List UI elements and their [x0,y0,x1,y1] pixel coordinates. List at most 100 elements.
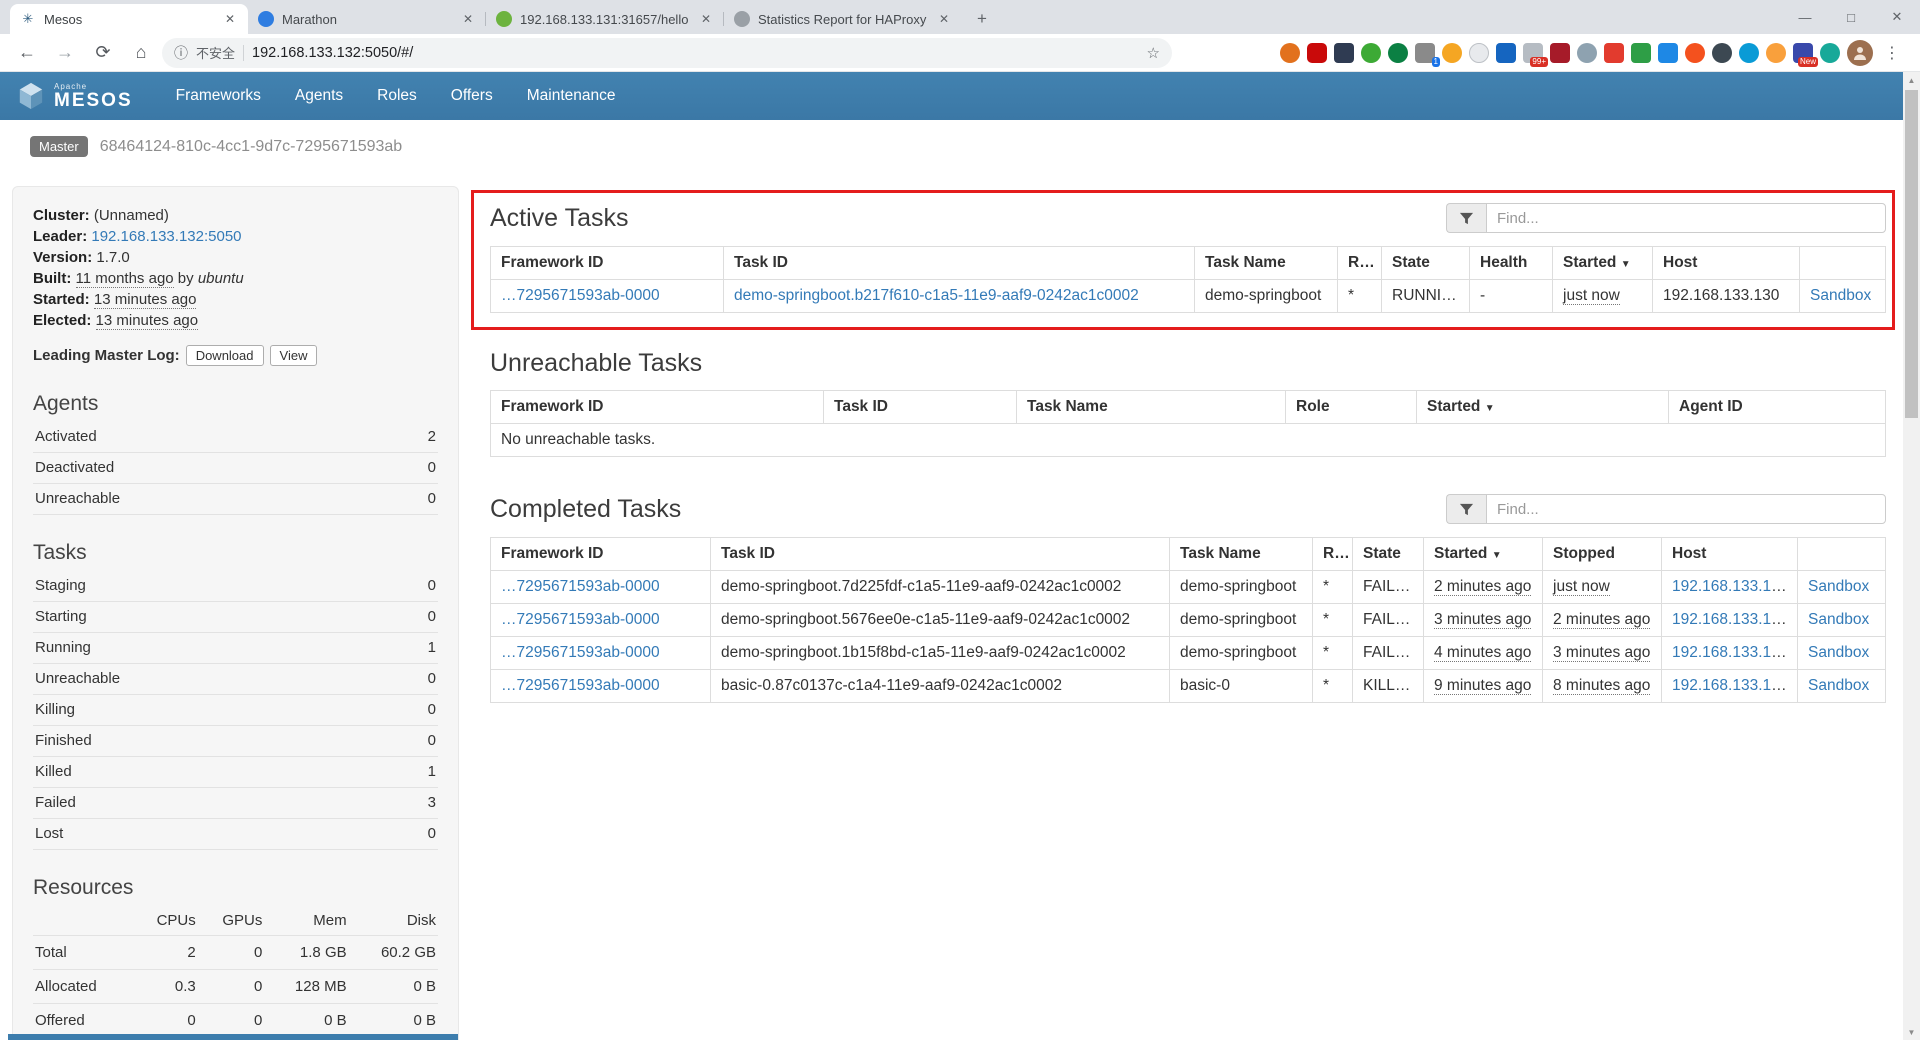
framework-id-link[interactable]: …7295671593ab-0000 [501,287,660,304]
framework-id-link[interactable]: …7295671593ab-0000 [501,677,660,694]
sandbox-link[interactable]: Sandbox [1810,287,1871,304]
browser-menu-icon[interactable]: ⋮ [1880,38,1904,68]
extension-icon[interactable] [1361,43,1381,63]
extension-icon[interactable] [1631,43,1651,63]
col-host[interactable]: Host [1653,247,1800,280]
col-role[interactable]: Role [1313,538,1353,571]
close-button[interactable]: ✕ [1874,0,1920,34]
filter-button[interactable] [1446,203,1486,233]
col-role[interactable]: Role [1286,391,1417,424]
host-link[interactable]: 192.168.133.130 [1672,677,1788,694]
sandbox-link[interactable]: Sandbox [1808,644,1869,661]
col-framework-id[interactable]: Framework ID [491,391,824,424]
extension-icon[interactable] [1334,43,1354,63]
col-started[interactable]: Started ▼ [1417,391,1669,424]
tab-close-icon[interactable]: ✕ [936,11,952,27]
tab-haproxy-stats[interactable]: Statistics Report for HAProxy ✕ [724,4,962,34]
resources-col-mem: Mem [264,906,348,936]
extension-icon[interactable] [1658,43,1678,63]
host-link[interactable]: 192.168.133.130 [1672,644,1788,661]
extension-icon[interactable] [1820,43,1840,63]
extension-icon[interactable] [1685,43,1705,63]
extension-icon[interactable] [1388,43,1408,63]
view-log-button[interactable]: View [270,345,318,366]
col-started[interactable]: Started ▼ [1424,538,1543,571]
col-framework-id[interactable]: Framework ID [491,538,711,571]
tab-marathon[interactable]: Marathon ✕ [248,4,486,34]
col-task-name[interactable]: Task Name [1195,247,1338,280]
leader-link[interactable]: 192.168.133.132:5050 [91,228,241,245]
nav-item-roles[interactable]: Roles [360,72,434,120]
extension-icon[interactable] [1739,43,1759,63]
host-link[interactable]: 192.168.133.131 [1672,578,1788,595]
profile-avatar[interactable] [1847,40,1873,66]
framework-id-link[interactable]: …7295671593ab-0000 [501,611,660,628]
mesos-logo[interactable]: Apache MESOS [16,81,133,111]
new-tab-button[interactable]: + [968,5,996,33]
bookmark-star-icon[interactable]: ☆ [1147,44,1160,62]
forward-icon[interactable]: → [48,38,82,68]
sandbox-link[interactable]: Sandbox [1808,677,1869,694]
nav-item-agents[interactable]: Agents [278,72,360,120]
back-icon[interactable]: ← [10,38,44,68]
col-host[interactable]: Host [1662,538,1798,571]
col-task-id[interactable]: Task ID [711,538,1170,571]
extension-icon[interactable]: New [1793,43,1813,63]
extension-icon[interactable]: 99+ [1523,43,1543,63]
col-stopped[interactable]: Stopped [1543,538,1662,571]
completed-tasks-title: Completed Tasks [490,495,681,524]
extension-icon[interactable] [1604,43,1624,63]
minimize-button[interactable]: — [1782,0,1828,34]
framework-id-link[interactable]: …7295671593ab-0000 [501,644,660,661]
col-agent-id[interactable]: Agent ID [1669,391,1886,424]
extension-icon[interactable] [1712,43,1732,63]
col-role[interactable]: Role [1338,247,1382,280]
refresh-icon[interactable]: ⟳ [86,38,120,68]
completed-tasks-find-input[interactable] [1486,494,1886,524]
extension-icon[interactable] [1280,43,1300,63]
extension-icon[interactable] [1442,43,1462,63]
framework-id-link[interactable]: …7295671593ab-0000 [501,578,660,595]
page-scrollbar[interactable]: ▲ ▼ [1903,72,1920,1040]
col-health[interactable]: Health [1470,247,1553,280]
maximize-button[interactable]: □ [1828,0,1874,34]
col-started[interactable]: Started ▼ [1553,247,1653,280]
tab-close-icon[interactable]: ✕ [460,11,476,27]
nav-item-offers[interactable]: Offers [434,72,510,120]
scroll-down-icon[interactable]: ▼ [1903,1024,1920,1040]
tab-close-icon[interactable]: ✕ [222,11,238,27]
extension-icon[interactable] [1469,43,1489,63]
col-task-id[interactable]: Task ID [724,247,1195,280]
host-cell: 192.168.133.130 [1653,280,1800,313]
task-id-link[interactable]: demo-springboot.b217f610-c1a5-11e9-aaf9-… [734,287,1139,304]
col-state[interactable]: State [1353,538,1424,571]
home-icon[interactable]: ⌂ [124,38,158,68]
scroll-up-icon[interactable]: ▲ [1903,72,1920,88]
host-link[interactable]: 192.168.133.130 [1672,611,1788,628]
sandbox-link[interactable]: Sandbox [1808,611,1869,628]
sandbox-link[interactable]: Sandbox [1808,578,1869,595]
tab-spring-hello[interactable]: 192.168.133.131:31657/hello ✕ [486,4,724,34]
url-text[interactable]: 192.168.133.132:5050/#/ [252,45,1139,61]
extension-icon[interactable] [1766,43,1786,63]
extension-icon[interactable] [1577,43,1597,63]
nav-item-frameworks[interactable]: Frameworks [159,72,278,120]
col-state[interactable]: State [1382,247,1470,280]
address-bar[interactable]: ⓘ 不安全 192.168.133.132:5050/#/ ☆ [162,38,1172,68]
extension-icon[interactable] [1550,43,1570,63]
info-icon[interactable]: ⓘ [174,43,188,63]
download-log-button[interactable]: Download [186,345,264,366]
scrollbar-thumb[interactable] [1905,90,1918,418]
filter-button[interactable] [1446,494,1486,524]
col-task-id[interactable]: Task ID [824,391,1017,424]
col-task-name[interactable]: Task Name [1170,538,1313,571]
nav-item-maintenance[interactable]: Maintenance [510,72,633,120]
extension-icon[interactable] [1307,43,1327,63]
extension-icon[interactable]: 1 [1415,43,1435,63]
col-framework-id[interactable]: Framework ID [491,247,724,280]
tab-close-icon[interactable]: ✕ [698,11,714,27]
active-tasks-find-input[interactable] [1486,203,1886,233]
tab-mesos[interactable]: ✳ Mesos ✕ [10,4,248,34]
extension-icon[interactable] [1496,43,1516,63]
col-task-name[interactable]: Task Name [1017,391,1286,424]
